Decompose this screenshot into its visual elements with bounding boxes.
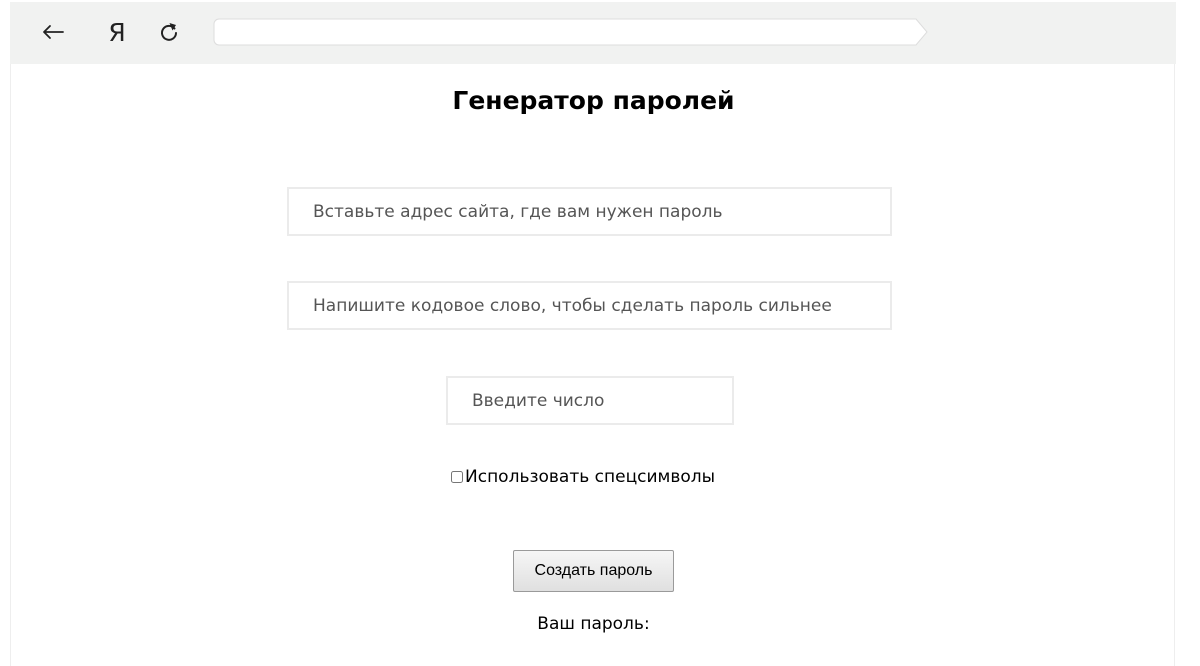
browser-window: Я Генератор паролей Использовать спецсим…	[0, 0, 1200, 666]
address-input[interactable]	[221, 21, 905, 45]
codeword-input[interactable]	[287, 281, 892, 330]
site-address-input[interactable]	[287, 187, 892, 236]
reload-button[interactable]	[152, 14, 186, 50]
password-result-label: Ваш пароль:	[537, 614, 650, 634]
reload-icon	[161, 23, 177, 41]
back-button[interactable]	[36, 14, 70, 50]
page-content: Генератор паролей Использовать спецсимво…	[10, 64, 1175, 666]
special-chars-checkbox[interactable]	[451, 471, 463, 483]
create-password-button[interactable]: Создать пароль	[513, 550, 674, 592]
yandex-logo-button[interactable]: Я	[100, 14, 134, 50]
browser-toolbar: Я	[10, 2, 1176, 64]
arrow-left-icon	[43, 25, 64, 39]
yandex-logo: Я	[108, 17, 126, 47]
number-input[interactable]	[446, 376, 734, 425]
special-chars-label[interactable]: Использовать спецсимволы	[465, 467, 715, 487]
page-title: Генератор паролей	[452, 86, 735, 115]
special-chars-option: Использовать спецсимволы	[451, 466, 715, 488]
address-bar[interactable]	[213, 18, 928, 46]
